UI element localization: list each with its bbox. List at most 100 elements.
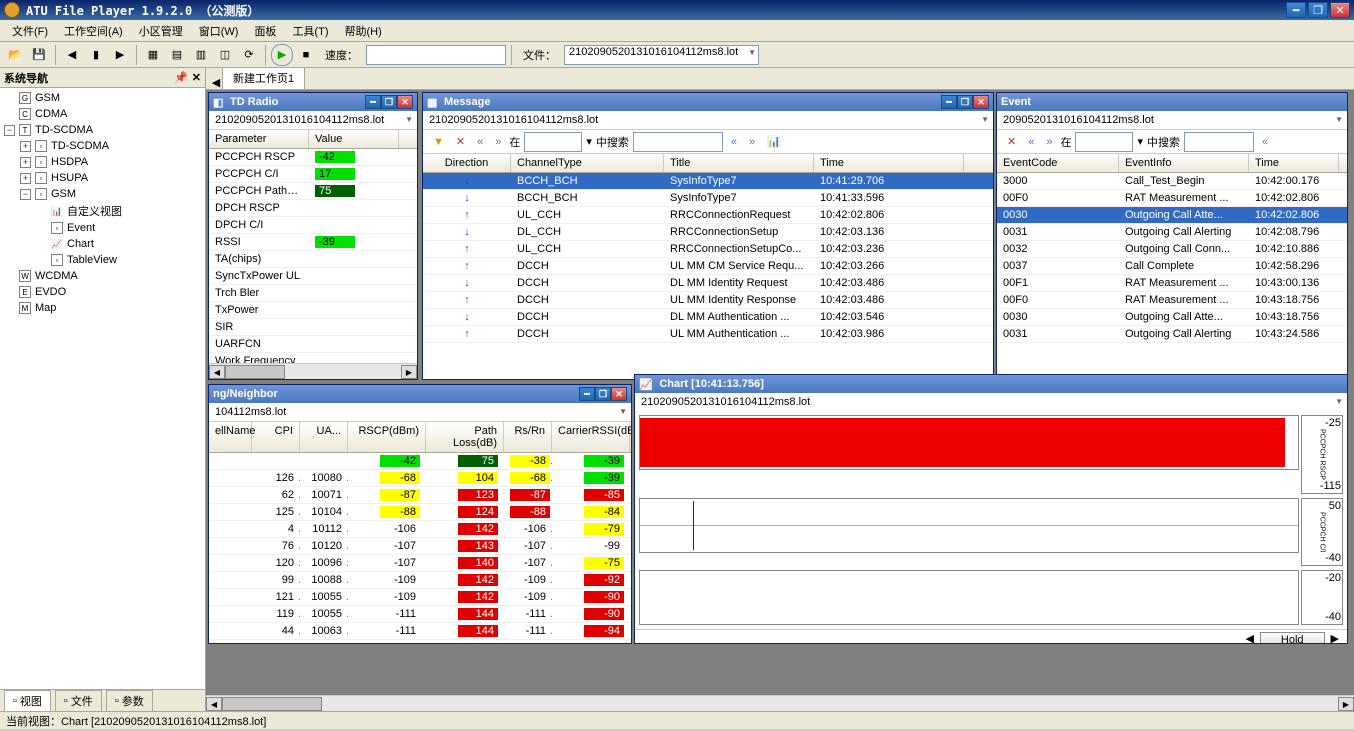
menu-item[interactable]: 帮助(H) xyxy=(336,21,389,41)
filter-icon[interactable]: ▼ xyxy=(429,136,448,148)
table-row[interactable]: 00F0RAT Measurement ...10:43:18.756 xyxy=(997,292,1347,309)
msg-min-button[interactable]: ━ xyxy=(941,95,957,109)
bottom-tab[interactable]: ▫文件 xyxy=(55,690,102,712)
menu-item[interactable]: 工具(T) xyxy=(284,21,336,41)
table-row[interactable]: 12010096-107140-107-75 xyxy=(209,555,631,572)
tab-left-icon[interactable]: ◀ xyxy=(210,76,222,89)
nb-min-button[interactable]: ━ xyxy=(579,387,595,401)
tb-sync-icon[interactable]: ⟳ xyxy=(238,44,260,66)
tdr-min-button[interactable]: ━ xyxy=(365,95,381,109)
table-row[interactable]: ↑UL_CCHRRCConnectionRequest10:42:02.806 xyxy=(423,207,993,224)
tb-layout1-icon[interactable]: ▦ xyxy=(142,44,164,66)
ev-file[interactable]: 209052013101​6104112ms8.lot xyxy=(997,111,1347,130)
table-row[interactable]: 4410063-111144-111-94 xyxy=(209,623,631,640)
panel-close-icon[interactable]: ✕ xyxy=(192,71,201,84)
tree-node[interactable]: CCDMA xyxy=(2,106,203,122)
tdr-close-button[interactable]: ✕ xyxy=(397,95,413,109)
tb-layout2-icon[interactable]: ▤ xyxy=(166,44,188,66)
stop-button[interactable]: ■ xyxy=(295,44,317,66)
table-row[interactable]: 0037Call Complete10:42:58.296 xyxy=(997,258,1347,275)
table-row[interactable]: 12610080-68104-68-39 xyxy=(209,470,631,487)
table-row[interactable]: 0030Outgoing Call Atte...10:43:18.756 xyxy=(997,309,1347,326)
msg-search-input[interactable] xyxy=(633,132,723,152)
tb-layout3-icon[interactable]: ▥ xyxy=(190,44,212,66)
nb-max-button[interactable]: ❐ xyxy=(595,387,611,401)
table-row[interactable]: ↑DCCHUL MM Authentication ...10:42:03.98… xyxy=(423,326,993,343)
tree-node[interactable]: EEVDO xyxy=(2,284,203,300)
tree-node[interactable]: +▫HSDPA xyxy=(2,154,203,170)
tree-node[interactable]: 📊自定义视图 xyxy=(2,202,203,220)
tree-node[interactable]: GGSM xyxy=(2,90,203,106)
ev-first-icon[interactable]: « xyxy=(1024,136,1038,148)
table-row[interactable]: PCCPCH RSCP-42 xyxy=(209,149,417,166)
first-icon[interactable]: « xyxy=(473,136,487,148)
tree-node[interactable]: WWCDMA xyxy=(2,268,203,284)
table-row[interactable]: 12510104-88124-88-84 xyxy=(209,504,631,521)
menu-item[interactable]: 工作空间(A) xyxy=(56,21,131,41)
table-row[interactable]: 0030Outgoing Call Atte...10:42:02.806 xyxy=(997,207,1347,224)
speed-input[interactable] xyxy=(366,45,506,65)
tree-node[interactable]: 📈Chart xyxy=(2,236,203,252)
tdr-max-button[interactable]: ❐ xyxy=(381,95,397,109)
table-row[interactable]: 7610120-107143-107-99 xyxy=(209,538,631,555)
tree-node[interactable]: −▫GSM xyxy=(2,186,203,202)
nb-file[interactable]: 104112ms8.lot xyxy=(209,403,631,422)
tb-nav2-icon[interactable]: ▮ xyxy=(85,44,107,66)
search-prev-icon[interactable]: « xyxy=(727,136,741,148)
minimize-button[interactable]: ━ xyxy=(1286,2,1306,18)
table-row[interactable]: 9910088-109142-109-92 xyxy=(209,572,631,589)
maximize-button[interactable]: ❐ xyxy=(1308,2,1328,18)
ev-clear-icon[interactable]: ✕ xyxy=(1003,135,1020,148)
ev-search-prev-icon[interactable]: « xyxy=(1258,136,1272,148)
table-row[interactable]: Work Frequency xyxy=(209,353,417,363)
scroll-left-icon[interactable]: ◀ xyxy=(209,365,225,379)
chart-scroll-right-icon[interactable]: ▶ xyxy=(1331,632,1339,643)
table-row[interactable]: Trch Bler xyxy=(209,285,417,302)
tb-nav1-icon[interactable]: ◀ xyxy=(61,44,83,66)
table-row[interactable]: ↓BCCH_BCHSysInfoType710:41:29.706 xyxy=(423,173,993,190)
chart-scroll-left-icon[interactable]: ◀ xyxy=(1245,632,1253,643)
tree-node[interactable]: +▫TD-SCDMA xyxy=(2,138,203,154)
bottom-tab[interactable]: ▫参数 xyxy=(106,690,153,712)
tb-save-icon[interactable]: 💾 xyxy=(28,44,50,66)
clear-icon[interactable]: ✕ xyxy=(452,135,469,148)
table-row[interactable]: 12110055-109142-109-90 xyxy=(209,589,631,606)
workspace-tab[interactable]: 新建工作页1 xyxy=(222,68,305,89)
file-dropdown[interactable]: 2102090520131016104112ms8.lot xyxy=(564,45,759,65)
table-row[interactable]: ↑DCCHUL MM Identity Response10:42:03.486 xyxy=(423,292,993,309)
table-row[interactable]: SyncTxPower UL xyxy=(209,268,417,285)
table-row[interactable]: SIR xyxy=(209,319,417,336)
ev-prev-icon[interactable]: » xyxy=(1042,136,1056,148)
chart-area[interactable]: -25PCCPCH RSCP-11550PCCPCH C/I-40-20-40 xyxy=(635,411,1347,629)
table-row[interactable]: 410112-106142-106-79 xyxy=(209,521,631,538)
table-row[interactable]: 3000Call_Test_Begin10:42:00.176 xyxy=(997,173,1347,190)
table-row[interactable]: 0031Outgoing Call Alerting10:43:24.586 xyxy=(997,326,1347,343)
table-row[interactable]: PCCPCH PathLoss75 xyxy=(209,183,417,200)
close-button[interactable]: ✕ xyxy=(1330,2,1350,18)
play-button[interactable]: ▶ xyxy=(271,44,293,66)
mdi-scroll-left-icon[interactable]: ◀ xyxy=(206,697,222,711)
tdr-file[interactable]: 2102090520131016104112ms8.lot xyxy=(209,111,417,130)
menu-item[interactable]: 文件(F) xyxy=(4,21,56,41)
table-row[interactable]: 0031Outgoing Call Alerting10:42:08.796 xyxy=(997,224,1347,241)
table-row[interactable]: 0032Outgoing Call Conn...10:42:10.886 xyxy=(997,241,1347,258)
scroll-right-icon[interactable]: ▶ xyxy=(401,365,417,379)
table-row[interactable]: ↓DCCHDL MM Authentication ...10:42:03.54… xyxy=(423,309,993,326)
neighbor-table[interactable]: ellNameCPIUA...RSCP(dBm)Path Loss(dB)Rs/… xyxy=(209,422,631,643)
table-row[interactable]: UARFCN xyxy=(209,336,417,353)
menu-item[interactable]: 窗口(W) xyxy=(191,21,247,41)
table-row[interactable]: TA(chips) xyxy=(209,251,417,268)
export-icon[interactable]: 📊 xyxy=(763,135,785,148)
table-row[interactable]: 11910055-111144-111-90 xyxy=(209,606,631,623)
table-row[interactable]: RSSI-39 xyxy=(209,234,417,251)
ev-col-input[interactable] xyxy=(1075,132,1133,152)
pin-icon[interactable]: 📌 xyxy=(174,71,188,84)
table-row[interactable]: DPCH RSCP xyxy=(209,200,417,217)
msg-file[interactable]: 2102090520131016104112ms8.lot xyxy=(423,111,993,130)
table-row[interactable]: ↑DCCHUL MM CM Service Requ...10:42:03.26… xyxy=(423,258,993,275)
mdi-scroll-right-icon[interactable]: ▶ xyxy=(1338,697,1354,711)
tb-open-icon[interactable]: 📂 xyxy=(4,44,26,66)
tree-node[interactable]: −TTD-SCDMA xyxy=(2,122,203,138)
bottom-tab[interactable]: ▫视图 xyxy=(4,690,51,712)
table-row[interactable]: ↓BCCH_BCHSysInfoType710:41:33.596 xyxy=(423,190,993,207)
